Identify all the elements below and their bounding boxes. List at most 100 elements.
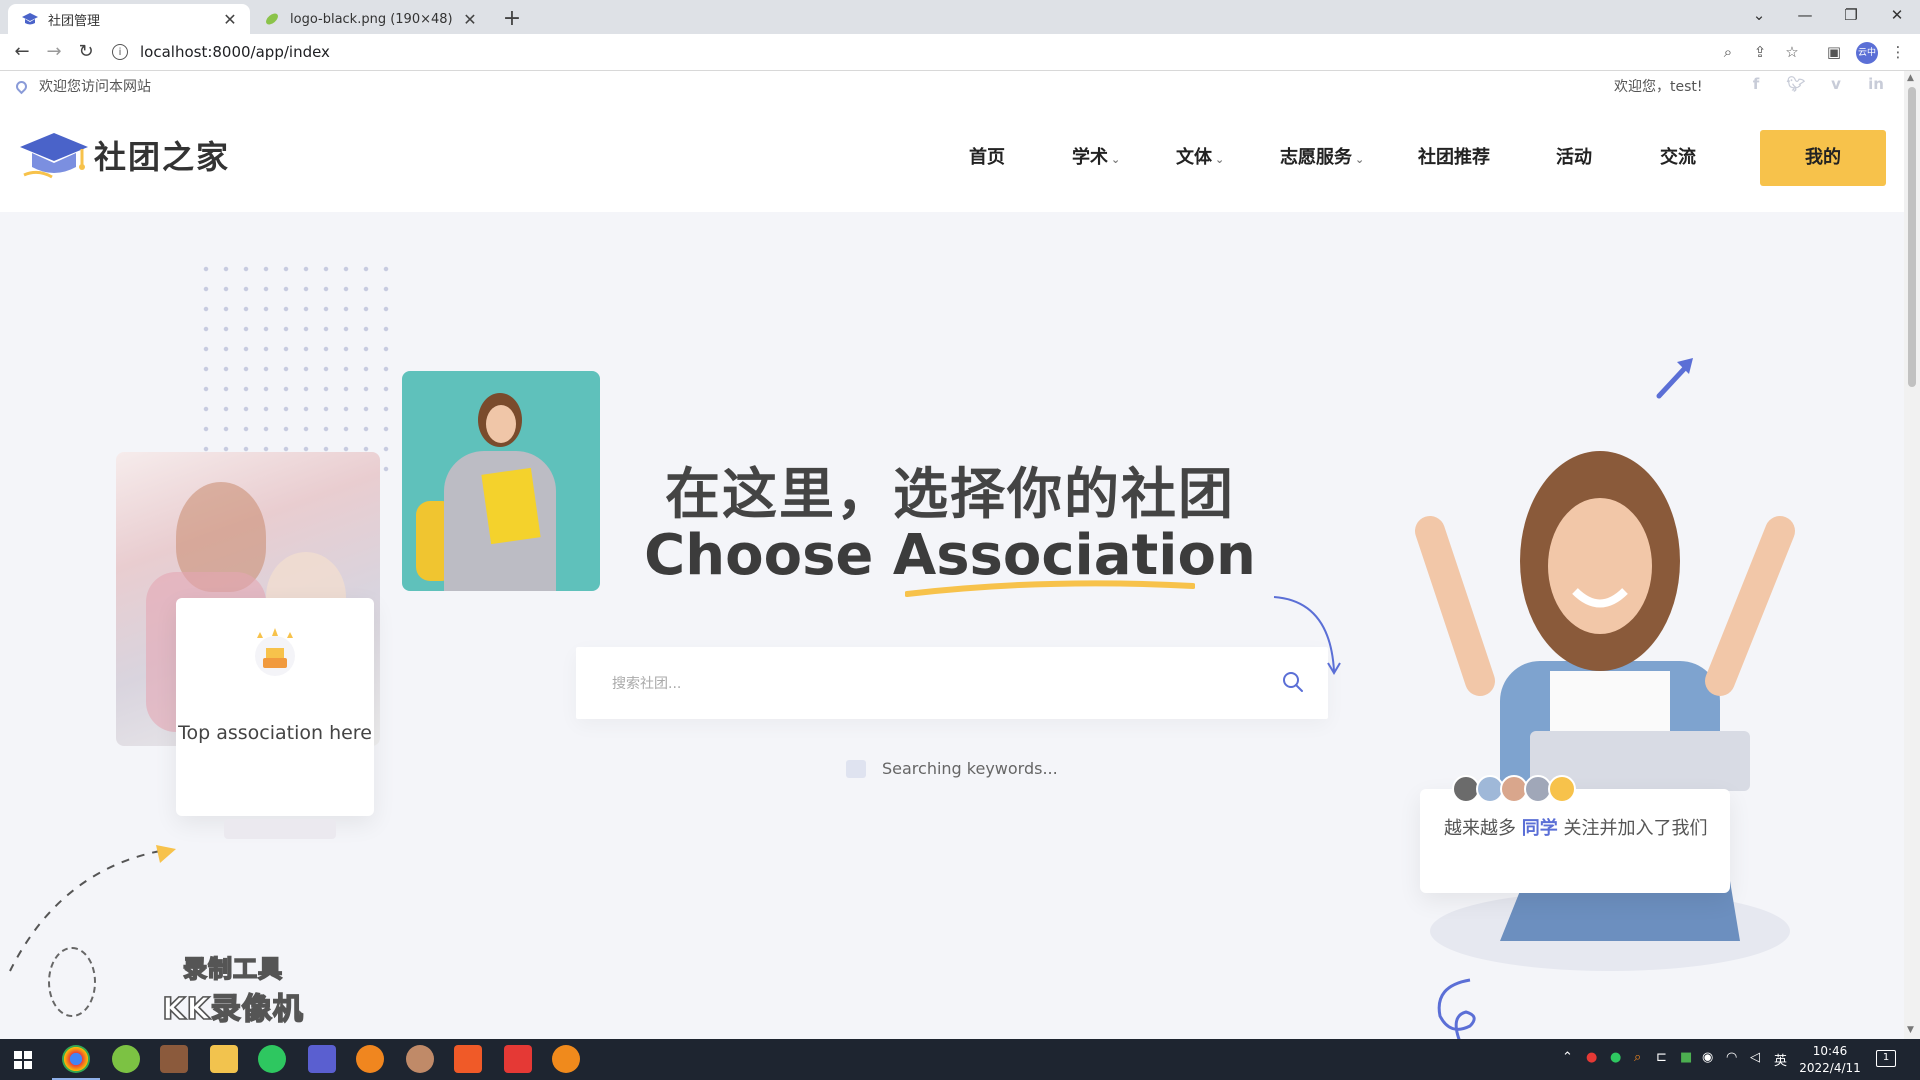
card-shadow-decoration — [224, 819, 336, 839]
zoom-icon[interactable]: ⌕ — [1716, 40, 1740, 64]
mine-button[interactable]: 我的 — [1760, 130, 1886, 186]
trophy-icon — [255, 628, 295, 676]
tray-device-icon[interactable]: ⊏ — [1656, 1050, 1667, 1065]
nav-recommend[interactable]: 社团推荐 — [1418, 143, 1490, 169]
chrome-app-icon[interactable] — [52, 1045, 100, 1080]
close-window-button[interactable]: ✕ — [1874, 0, 1920, 30]
nav-activities[interactable]: 活动 — [1556, 143, 1592, 169]
join-text-prefix: 越来越多 — [1444, 818, 1516, 839]
avatar-app-icon[interactable] — [406, 1045, 434, 1073]
back-icon[interactable]: ← — [8, 38, 36, 66]
wechat-icon[interactable] — [258, 1045, 286, 1073]
address-bar[interactable]: i localhost:8000/app/index — [112, 38, 1792, 66]
top-association-card: Top association here — [176, 598, 374, 816]
nav-home[interactable]: 首页 — [969, 143, 1005, 169]
chevron-down-icon: ⌄ — [1215, 153, 1225, 166]
tray-expand-icon[interactable]: ⌃ — [1562, 1050, 1573, 1065]
happy-girl-illustration — [1415, 451, 1795, 971]
close-tab-icon[interactable]: ✕ — [220, 10, 240, 29]
scroll-down-icon[interactable]: ▼ — [1907, 1025, 1914, 1035]
search-app-icon[interactable] — [356, 1045, 384, 1073]
forward-icon[interactable]: → — [40, 38, 68, 66]
nav-label: 文体 — [1176, 147, 1212, 168]
wps-office-icon[interactable] — [504, 1045, 532, 1073]
searching-text: Searching keywords... — [882, 759, 1058, 778]
nav-label: 学术 — [1072, 147, 1108, 168]
page-scrollbar[interactable]: ▲ ▼ — [1904, 71, 1920, 1039]
recorder-app-icon[interactable] — [552, 1045, 580, 1073]
location-pin-icon — [13, 78, 30, 94]
join-us-card: 越来越多 同学 关注并加入了我们 — [1420, 775, 1730, 893]
wifi-icon[interactable]: ◠ — [1726, 1050, 1737, 1065]
notification-center-icon[interactable]: 1 — [1876, 1050, 1896, 1067]
linkedin-icon[interactable]: in — [1866, 75, 1886, 93]
site-logo[interactable]: 社团之家 — [18, 129, 230, 181]
leaf-app-icon[interactable] — [112, 1045, 140, 1073]
clock-date: 2022/4/11 — [1799, 1061, 1861, 1075]
nav-label: 活动 — [1556, 147, 1592, 168]
share-icon[interactable]: ⇪ — [1748, 40, 1772, 64]
tray-nvidia-icon[interactable]: ■ — [1680, 1050, 1692, 1065]
minimize-button[interactable]: — — [1782, 0, 1828, 30]
dot-grid-decoration — [196, 259, 396, 479]
windows-taskbar: ⌃ ● ● ⌕ ⊏ ■ ◉ ◠ ◁ 英 10:46 2022/4/11 1 — [0, 1039, 1920, 1080]
search-input[interactable] — [610, 669, 1234, 699]
leaf-icon — [264, 11, 280, 27]
watermark-line1: 录制工具 — [182, 954, 283, 984]
nav-volunteer[interactable]: 志愿服务 ⌄ — [1280, 143, 1364, 169]
vimeo-icon[interactable]: v — [1826, 75, 1846, 93]
graduation-cap-logo-icon — [20, 133, 88, 179]
dashed-circle-decoration — [48, 947, 96, 1017]
profile-avatar[interactable]: 云中 — [1856, 42, 1878, 64]
tab-image[interactable]: logo-black.png (190×48) ✕ — [250, 4, 490, 34]
system-clock[interactable]: 10:46 2022/4/11 — [1798, 1043, 1862, 1077]
side-panel-icon[interactable]: ▣ — [1822, 40, 1846, 64]
top-card-text: Top association here — [178, 722, 372, 744]
close-tab-icon[interactable]: ✕ — [460, 10, 480, 29]
scrollbar-thumb[interactable] — [1908, 87, 1916, 387]
keyword-icon — [846, 759, 866, 778]
file-explorer-icon[interactable] — [210, 1045, 238, 1073]
bookmark-star-icon[interactable]: ☆ — [1780, 40, 1804, 64]
nav-label: 志愿服务 — [1280, 147, 1352, 168]
user-welcome-text: 欢迎您，test! — [1614, 79, 1703, 95]
volume-icon[interactable]: ◁ — [1750, 1050, 1760, 1065]
tray-penguin-icon[interactable]: ◉ — [1702, 1050, 1713, 1065]
add-avatar-icon — [1548, 775, 1576, 803]
restore-button[interactable]: ❐ — [1828, 0, 1874, 30]
ime-indicator[interactable]: 英 — [1774, 1050, 1787, 1069]
nav-exchange[interactable]: 交流 — [1660, 143, 1696, 169]
nav-academic[interactable]: 学术 ⌄ — [1072, 143, 1120, 169]
hero-title-chinese: 在这里，选择你的社团 — [664, 462, 1235, 526]
welcome-site-text: 欢迎您访问本网站 — [39, 79, 151, 95]
search-box — [576, 647, 1328, 719]
squiggle-arrow-decoration — [1437, 978, 1476, 1039]
tray-wechat-icon[interactable]: ● — [1610, 1050, 1621, 1065]
chevron-down-icon: ⌄ — [1111, 153, 1121, 166]
windows-start-icon[interactable] — [14, 1051, 32, 1069]
tray-search-icon[interactable]: ⌕ — [1634, 1050, 1641, 1065]
scroll-up-icon[interactable]: ▲ — [1907, 73, 1914, 83]
tray-shield-icon[interactable]: ● — [1586, 1050, 1597, 1065]
nav-label: 首页 — [969, 147, 1005, 168]
tab-search-icon[interactable]: ⌄ — [1736, 0, 1782, 30]
menu-dots-icon[interactable]: ⋮ — [1886, 40, 1910, 64]
curved-arrow-decoration — [1273, 596, 1341, 675]
tab-active[interactable]: 社团管理 ✕ — [8, 4, 250, 34]
avatar-group — [1452, 775, 1576, 803]
facebook-icon[interactable]: f — [1746, 75, 1766, 93]
media-app-icon[interactable] — [454, 1045, 482, 1073]
url-text: localhost:8000/app/index — [140, 43, 330, 61]
nav-label: 社团推荐 — [1418, 147, 1490, 168]
new-tab-button[interactable]: + — [498, 5, 526, 33]
watermark-line2: KK录像机 — [161, 991, 304, 1028]
game-app-icon[interactable] — [160, 1045, 188, 1073]
nav-sports-arts[interactable]: 文体 ⌄ — [1176, 143, 1224, 169]
join-text-highlight: 同学 — [1521, 818, 1558, 839]
reload-icon[interactable]: ↻ — [72, 38, 100, 66]
mountain-app-icon[interactable] — [308, 1045, 336, 1073]
info-icon[interactable]: i — [112, 44, 128, 60]
underline-swoosh-decoration — [905, 580, 1195, 597]
twitter-icon[interactable]: 🐦︎ — [1786, 75, 1806, 93]
chevron-down-icon: ⌄ — [1355, 153, 1365, 166]
